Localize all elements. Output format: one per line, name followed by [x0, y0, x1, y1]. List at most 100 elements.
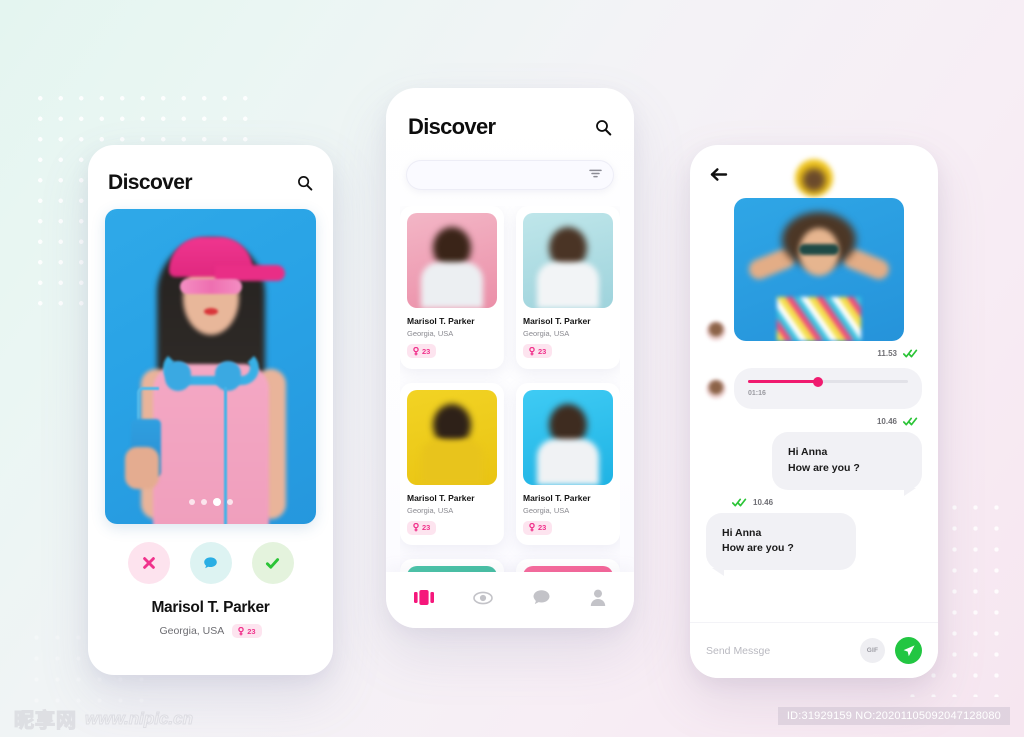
bubble-line: Hi Anna: [788, 446, 828, 458]
filter-icon[interactable]: [589, 166, 602, 184]
message-meta: 11.53: [706, 349, 922, 358]
gender-icon: [413, 346, 419, 355]
send-button[interactable]: [895, 637, 922, 664]
profile-header: Discover: [88, 145, 333, 207]
watermark-logo-text: 昵享网: [13, 709, 77, 732]
gender-icon: [413, 523, 419, 532]
bottom-navigation: [386, 572, 634, 628]
message-time: 11.53: [877, 349, 897, 358]
chat-header: [690, 145, 938, 197]
phone-screen-chat: 11.53 01:16 10.46 Hi Anna How are you ? …: [690, 145, 938, 678]
back-arrow-icon[interactable]: [710, 167, 728, 182]
profile-action-buttons: [88, 542, 333, 584]
carousel-dots[interactable]: [188, 498, 233, 506]
search-icon[interactable]: [595, 119, 612, 136]
voice-bubble[interactable]: 01:16: [734, 368, 922, 409]
message-meta: 10.46: [706, 417, 922, 426]
phone-screen-profile: Discover Marisol T. Parker Georgia, USA …: [88, 145, 333, 675]
photo-headphone-right-shape: [215, 361, 241, 391]
chat-message-list: 11.53 01:16 10.46 Hi Anna How are you ? …: [690, 182, 938, 622]
gender-icon: [529, 346, 535, 355]
chat-bubble-outgoing[interactable]: Hi Anna How are you ?: [772, 432, 922, 495]
dislike-button[interactable]: [127, 542, 170, 584]
photo-headphone-left-shape: [165, 361, 191, 391]
carousel-dot[interactable]: [188, 499, 195, 505]
bubble-line: How are you ?: [788, 461, 860, 474]
nav-profile[interactable]: [590, 589, 606, 611]
discover-card-grid: Marisol T. Parker Georgia, USA 23 Mariso…: [400, 206, 620, 586]
age-value: 23: [538, 523, 547, 532]
card-body-shape: [537, 262, 599, 308]
image-sunglasses-shape: [799, 244, 839, 255]
discover-header: Discover: [386, 88, 634, 140]
card-name: Marisol T. Parker: [523, 492, 591, 503]
carousel-dot-active[interactable]: [212, 498, 221, 506]
card-body-shape: [421, 262, 483, 308]
carousel-dot[interactable]: [200, 499, 207, 505]
card-name: Marisol T. Parker: [523, 316, 591, 326]
double-check-icon: [903, 349, 918, 358]
card-photo: [407, 389, 497, 485]
card-name: Marisol T. Parker: [407, 492, 475, 503]
sender-avatar: [706, 321, 726, 341]
double-check-icon: [903, 417, 918, 426]
carousel-dot[interactable]: [226, 499, 233, 505]
profile-photo[interactable]: [105, 209, 316, 524]
chat-message-image: [706, 198, 922, 341]
photo-sunglasses-shape: [179, 279, 242, 294]
voice-progress-fill: [748, 380, 819, 383]
card-photo: [523, 389, 613, 485]
profile-name: Marisol T. Parker: [151, 599, 270, 616]
search-icon[interactable]: [297, 175, 313, 191]
age-value: 23: [247, 626, 256, 636]
photo-straw-shape: [137, 387, 159, 423]
bubble-line: How are you ?: [722, 542, 794, 555]
message-time: 10.46: [876, 417, 897, 426]
photo-hand-shape: [125, 447, 159, 489]
discover-card[interactable]: Marisol T. Parker Georgia, USA 23: [400, 382, 504, 545]
age-badge: 23: [523, 520, 553, 535]
double-check-icon: [732, 498, 747, 506]
age-badge: 23: [407, 520, 437, 535]
search-bar[interactable]: [406, 160, 614, 190]
card-name: Marisol T. Parker: [407, 316, 475, 326]
chat-bubble-incoming[interactable]: Hi Anna How are you ?: [706, 512, 856, 576]
message-composer: GIF: [690, 622, 938, 678]
gender-icon: [238, 626, 244, 635]
card-body-shape: [537, 438, 599, 485]
nav-views[interactable]: [473, 591, 493, 610]
card-location: Georgia, USA: [407, 505, 454, 515]
discover-card[interactable]: Marisol T. Parker Georgia, USA 23: [400, 206, 504, 369]
chat-message-voice: 01:16: [706, 368, 922, 409]
card-location: Georgia, USA: [407, 329, 454, 338]
search-input[interactable]: [418, 169, 589, 181]
age-value: 23: [538, 346, 547, 356]
gif-button[interactable]: GIF: [860, 638, 885, 663]
page-title: Discover: [108, 171, 193, 194]
voice-progress-track[interactable]: [748, 376, 908, 387]
page-title: Discover: [408, 114, 496, 139]
like-button[interactable]: [251, 542, 294, 584]
watermark-left: 昵享网 www.nipic.cn: [13, 704, 194, 733]
nav-messages[interactable]: [532, 589, 551, 611]
bubble-line: Hi Anna: [722, 526, 762, 539]
message-input[interactable]: [706, 644, 850, 657]
send-icon: [903, 644, 915, 656]
discover-card[interactable]: Marisol T. Parker Georgia, USA 23: [516, 382, 620, 545]
age-value: 23: [422, 346, 431, 356]
message-button[interactable]: [189, 542, 232, 584]
discover-card[interactable]: Marisol T. Parker Georgia, USA 23: [516, 206, 620, 369]
message-meta: 10.46: [706, 498, 922, 507]
voice-progress-knob[interactable]: [813, 376, 824, 387]
card-body-shape: [421, 438, 483, 485]
message-image[interactable]: [734, 198, 904, 341]
card-photo: [523, 213, 613, 308]
profile-meta: Georgia, USA 23: [88, 624, 333, 638]
nav-cards[interactable]: [413, 590, 434, 610]
age-value: 23: [422, 523, 431, 532]
profile-location: Georgia, USA: [159, 625, 225, 637]
photo-lips-shape: [203, 308, 218, 315]
sender-avatar: [706, 378, 726, 399]
watermark-url: www.nipic.cn: [85, 708, 194, 728]
watermark-id: ID:31929159 NO:20201105092047128080: [777, 707, 1010, 725]
